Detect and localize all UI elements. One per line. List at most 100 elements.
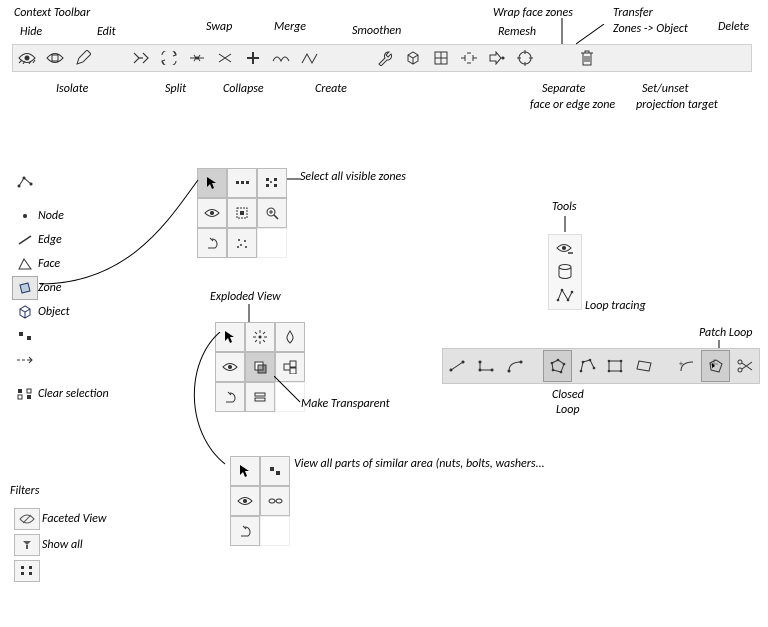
- separate-button[interactable]: [455, 45, 483, 71]
- view-similar-area-icon[interactable]: [260, 486, 290, 516]
- dots4-icon[interactable]: [14, 560, 40, 582]
- make-transparent-icon[interactable]: [245, 352, 275, 382]
- cylinder-icon[interactable]: [552, 260, 578, 284]
- connector-line-icon: [562, 216, 568, 232]
- connector-line-icon: [246, 304, 252, 322]
- show-all-icon[interactable]: [14, 534, 40, 556]
- separate-label-1: Separate: [542, 82, 585, 96]
- wrap-face-zones-button[interactable]: [399, 45, 427, 71]
- object-label: Object: [38, 305, 70, 319]
- swap-label: Swap: [206, 20, 232, 34]
- faceted-view-icon[interactable]: [14, 508, 40, 530]
- split-button[interactable]: [127, 45, 155, 71]
- line-segment-icon[interactable]: [443, 350, 472, 382]
- select-all-visible-icon[interactable]: [257, 168, 287, 198]
- collapse-button[interactable]: [183, 45, 211, 71]
- scatter-icon[interactable]: [227, 228, 257, 258]
- wrench-button[interactable]: [371, 45, 399, 71]
- selection-palette: Node Edge Face Zone Object Clear selecti…: [12, 170, 122, 406]
- edit-label: Edit: [97, 25, 116, 39]
- dots2-icon[interactable]: [12, 324, 38, 348]
- blank-cell: [260, 516, 290, 546]
- svg-text:+: +: [679, 359, 683, 369]
- patch-loop-label: Patch Loop: [699, 326, 752, 340]
- isolate-label: Isolate: [56, 82, 88, 96]
- setunset-label-2: projection target: [636, 98, 718, 112]
- tools-palette: [548, 234, 582, 310]
- patch-loop-icon[interactable]: [701, 350, 730, 382]
- node-icon[interactable]: [12, 204, 38, 228]
- face-icon[interactable]: [12, 252, 38, 276]
- arrow-icon[interactable]: [230, 456, 260, 486]
- eye-icon[interactable]: [215, 352, 245, 382]
- dash-arrow-icon[interactable]: [12, 348, 38, 372]
- edit-button[interactable]: [69, 45, 97, 71]
- create-label: Create: [315, 82, 347, 96]
- swap-button[interactable]: [155, 45, 183, 71]
- closed-loop-icon[interactable]: [543, 350, 572, 382]
- faceted-view-label: Faceted View: [42, 512, 106, 526]
- loop-label: Loop: [556, 403, 580, 417]
- exploded-view-label: Exploded View: [210, 290, 281, 304]
- select-all-visible-label: Select all visible zones: [300, 170, 406, 184]
- connector-line-icon: [576, 24, 616, 46]
- eye-icon[interactable]: [230, 486, 260, 516]
- eye-icon[interactable]: [197, 198, 227, 228]
- edge-icon[interactable]: [12, 228, 38, 252]
- arrow-icon[interactable]: [215, 322, 245, 352]
- layers-icon[interactable]: [245, 382, 275, 412]
- scissors-loop-icon[interactable]: [730, 350, 759, 382]
- dots2-icon[interactable]: [260, 456, 290, 486]
- loop-tracing-label: Loop tracing: [585, 299, 646, 313]
- hide-button[interactable]: [13, 45, 41, 71]
- collapse-label: Collapse: [223, 82, 264, 96]
- set-unset-projection-target-button[interactable]: [511, 45, 539, 71]
- exploded-view-icon[interactable]: [245, 322, 275, 352]
- loop-toolbar: +: [442, 348, 760, 384]
- hide-label: Hide: [20, 25, 42, 39]
- view-similar-area-label: View all parts of similar area (nuts, bo…: [294, 457, 545, 471]
- delete-button[interactable]: [573, 45, 601, 71]
- closed-label: Closed: [552, 388, 584, 402]
- skew-loop-icon[interactable]: [630, 350, 659, 382]
- zoom-icon[interactable]: [257, 198, 287, 228]
- similar-area-grid: [230, 456, 290, 546]
- tools-label: Tools: [552, 200, 577, 214]
- arrow-icon[interactable]: [197, 168, 227, 198]
- zone-label: Zone: [38, 281, 62, 295]
- edge-label: Edge: [38, 233, 62, 247]
- select-marquee-icon[interactable]: [227, 198, 257, 228]
- deselect-icon[interactable]: [257, 228, 287, 258]
- show-all-label: Show all: [42, 538, 83, 552]
- merge-label: Merge: [274, 20, 306, 34]
- merge-button[interactable]: [211, 45, 239, 71]
- make-transparent-label: Make Transparent: [301, 397, 390, 411]
- transfer-label-2: Zones -> Object: [613, 22, 688, 36]
- polygon-pick-icon[interactable]: [12, 170, 38, 194]
- rect-loop-icon[interactable]: [601, 350, 630, 382]
- loop-tracing-icon[interactable]: [552, 284, 578, 306]
- dots3-icon[interactable]: [227, 168, 257, 198]
- smoothen-button[interactable]: [267, 45, 295, 71]
- microscope-icon[interactable]: [197, 228, 227, 258]
- zone-icon[interactable]: [12, 276, 38, 300]
- microscope-icon[interactable]: [230, 516, 260, 546]
- remesh-button[interactable]: [427, 45, 455, 71]
- filters-title: Filters: [10, 484, 39, 498]
- transfer-zones-object-button[interactable]: [483, 45, 511, 71]
- context-toolbar-label: Context Toolbar: [14, 6, 90, 20]
- l-segment-icon[interactable]: [472, 350, 501, 382]
- connector-line-icon: [287, 176, 301, 182]
- eye-minus-icon[interactable]: [552, 238, 578, 260]
- setunset-label-1: Set/unset: [642, 82, 688, 96]
- curve-segment-icon[interactable]: [500, 350, 529, 382]
- object-icon[interactable]: [12, 300, 38, 324]
- open-polygon-icon[interactable]: [572, 350, 601, 382]
- drop-icon[interactable]: [275, 322, 305, 352]
- microscope-icon[interactable]: [215, 382, 245, 412]
- clear-selection-icon[interactable]: [12, 382, 38, 406]
- add-curve-icon[interactable]: +: [673, 350, 702, 382]
- create-button[interactable]: [239, 45, 267, 71]
- tool-extra-button[interactable]: [295, 45, 323, 71]
- isolate-button[interactable]: [41, 45, 69, 71]
